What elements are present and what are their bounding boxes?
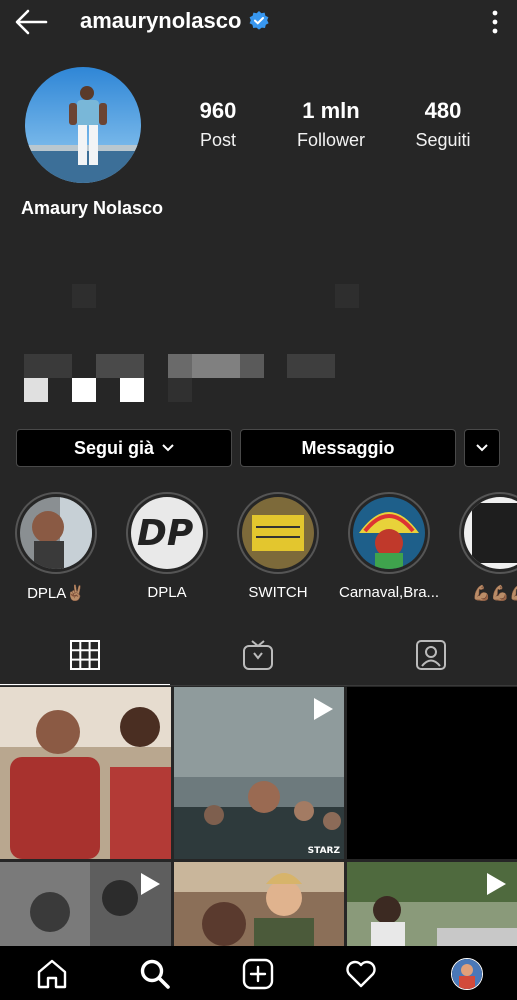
video-thumbnail[interactable] (347, 862, 517, 946)
post-thumbnail[interactable] (0, 687, 171, 859)
following-button-label: Segui già (73, 437, 154, 458)
highlight-label: 💪🏽💪🏽💪🏽 (471, 585, 517, 602)
post-thumbnail[interactable] (347, 687, 517, 859)
grid-icon (70, 640, 100, 670)
highlight-label: SWITCH (248, 584, 308, 601)
highlight-label: DPLA✌🏽 (27, 585, 85, 602)
highlight-thumbnail (464, 497, 517, 569)
chevron-down-icon (162, 444, 174, 452)
video-thumbnail[interactable]: STARZ (174, 687, 344, 859)
igtv-icon (243, 640, 273, 670)
more-options-icon[interactable] (491, 10, 499, 34)
highlight-item[interactable]: DP DPLA (125, 492, 209, 602)
profile-avatar-thumbnail (452, 959, 482, 989)
tagged-icon (416, 640, 446, 670)
tab-tagged[interactable] (346, 624, 516, 686)
tab-grid[interactable] (0, 624, 170, 686)
chevron-down-icon (476, 444, 488, 452)
video-thumbnail[interactable] (0, 862, 171, 946)
top-bar: amaurynolasco (0, 0, 517, 44)
highlight-label: DPLA (147, 584, 187, 601)
tabs-divider (0, 685, 517, 686)
profile-tabs (0, 624, 517, 686)
video-play-icon (487, 873, 506, 895)
bottom-navigation (0, 946, 517, 1000)
new-post-icon[interactable] (242, 958, 274, 990)
profile-avatar[interactable] (25, 67, 141, 183)
back-arrow-icon[interactable] (14, 8, 48, 36)
highlight-thumbnail (20, 497, 92, 569)
posts-stat[interactable]: 960 Post (163, 98, 273, 151)
following-button[interactable]: Segui già (16, 429, 232, 467)
highlight-item[interactable]: 💪🏽💪🏽💪🏽 (458, 492, 517, 602)
following-stat[interactable]: 480 Seguiti (388, 98, 498, 151)
highlight-thumbnail (242, 497, 314, 569)
highlight-item[interactable]: Carnaval,Bra... (339, 492, 439, 602)
followers-label: Follower (296, 130, 366, 150)
search-icon[interactable] (139, 958, 171, 990)
suggested-accounts-button[interactable] (464, 429, 500, 467)
username-text: amaurynolasco (80, 8, 242, 33)
profile-username-header: amaurynolasco (80, 8, 270, 34)
video-play-icon (314, 698, 333, 720)
story-highlights: DPLA✌🏽 DP DPLA SWITCH Carnaval,Bra... 💪🏽… (14, 492, 517, 602)
verified-badge-icon (250, 11, 270, 30)
video-play-icon (141, 873, 160, 895)
highlight-label: Carnaval,Bra... (339, 584, 439, 601)
starz-watermark: STARZ (307, 846, 340, 856)
followers-stat[interactable]: 1 mln Follower (276, 98, 386, 151)
message-button[interactable]: Messaggio (240, 429, 456, 467)
posts-count: 960 (199, 98, 237, 123)
profile-avatar-tab[interactable] (451, 958, 483, 990)
profile-full-name: Amaury Nolasco (21, 198, 164, 218)
highlight-thumbnail: DP (131, 497, 203, 569)
followers-count: 1 mln (302, 98, 360, 123)
svg-text:DP: DP (137, 513, 193, 554)
home-icon[interactable] (36, 958, 68, 990)
post-thumbnail[interactable] (174, 862, 344, 946)
tab-igtv[interactable] (173, 624, 343, 686)
highlight-item[interactable]: SWITCH (236, 492, 320, 602)
following-count: 480 (424, 98, 462, 123)
message-button-label: Messaggio (301, 437, 395, 458)
highlight-item[interactable]: DPLA✌🏽 (14, 492, 98, 602)
profile-actions: Segui già Messaggio (16, 429, 500, 467)
following-label: Seguiti (415, 130, 471, 150)
activity-heart-icon[interactable] (345, 958, 377, 990)
posts-label: Post (199, 130, 237, 150)
highlight-thumbnail (353, 497, 425, 569)
